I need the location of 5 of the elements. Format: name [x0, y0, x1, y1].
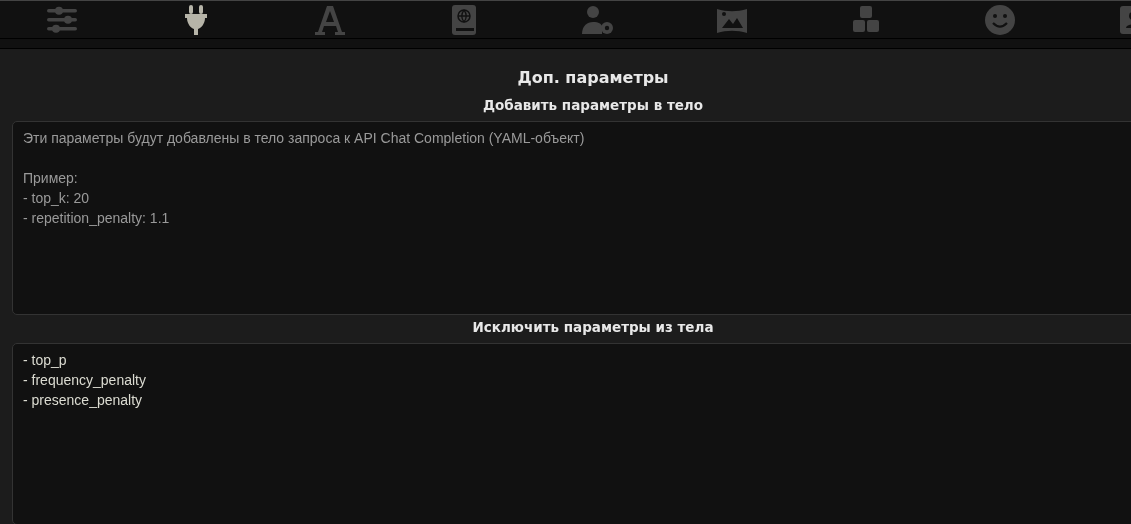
- panel-title: Доп. параметры: [516, 67, 670, 89]
- input-field[interactable]: - top_p - frequency_penalty - presence_penalty: [12, 343, 1131, 524]
- input-field[interactable]: Эти параметры будут добавлены в тело запроса к API Chat Completion (YAML-объект) Пример: - top_k: 20 - repetition_penalty: 1.1: [12, 121, 1131, 315]
- section-label: Исключить параметры из тела: [471, 318, 715, 336]
- section-label: Добавить параметры в тело: [481, 97, 705, 114]
